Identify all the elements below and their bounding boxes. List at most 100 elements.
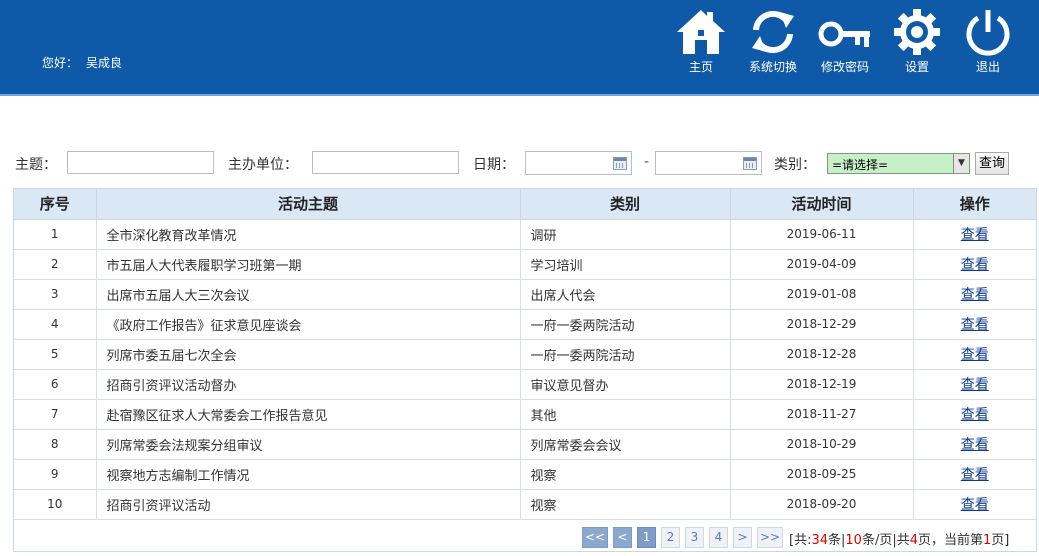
col-header-action: 操作 (913, 189, 1036, 220)
organizer-label: 主办单位： (228, 157, 298, 173)
view-link[interactable]: 查看 (961, 467, 989, 483)
nav-home[interactable]: 主页 (671, 8, 731, 78)
col-header-title: 活动主题 (96, 189, 521, 220)
row-date: 2018-11-27 (730, 399, 914, 430)
col-header-category: 类别 (520, 189, 731, 220)
row-index: 10 (14, 489, 97, 520)
row-title: 视察地方志编制工作情况 (96, 459, 521, 490)
info-mid1: 条| (828, 533, 846, 548)
nav-logout[interactable]: 退出 (958, 8, 1018, 78)
date-label: 日期： (473, 157, 515, 173)
gear-icon (894, 9, 940, 55)
row-category: 审议意见督办 (520, 369, 731, 400)
table-row: 10 招商引资评议活动 视察 2018-09-20 查看 (14, 489, 1036, 520)
row-action-cell: 查看 (913, 399, 1036, 430)
info-suffix: 页] (991, 533, 1010, 548)
header-divider (0, 94, 1039, 96)
date-to-input[interactable] (655, 151, 762, 175)
next-page-button[interactable]: > (733, 527, 752, 548)
view-link[interactable]: 查看 (961, 497, 989, 513)
row-index: 2 (14, 249, 97, 280)
row-index: 6 (14, 369, 97, 400)
refresh-icon (752, 10, 794, 54)
table-row: 3 出席市五届人大三次会议 出席人代会 2019-01-08 查看 (14, 279, 1036, 310)
page-button-2[interactable]: 2 (661, 527, 680, 548)
power-icon (966, 10, 1010, 56)
info-prefix: [共: (789, 533, 812, 548)
first-page-button[interactable]: << (582, 527, 608, 548)
per-page-count: 10 (845, 533, 862, 548)
calendar-icon[interactable] (743, 157, 757, 170)
last-page-button[interactable]: >> (757, 527, 783, 548)
row-category: 一府一委两院活动 (520, 309, 731, 340)
row-date: 2019-01-08 (730, 279, 914, 310)
row-action-cell: 查看 (913, 309, 1036, 340)
table-row: 7 赴宿豫区征求人大常委会工作报告意见 其他 2018-11-27 查看 (14, 399, 1036, 430)
total-records: 34 (811, 533, 828, 548)
category-select[interactable]: =请选择= ▼ (827, 153, 970, 174)
view-link[interactable]: 查看 (961, 257, 989, 273)
row-index: 8 (14, 429, 97, 460)
col-header-index: 序号 (14, 189, 97, 220)
table-header-row: 序号 活动主题 类别 活动时间 操作 (14, 189, 1036, 220)
row-action-cell: 查看 (913, 429, 1036, 460)
row-index: 5 (14, 339, 97, 370)
page-button-3[interactable]: 3 (685, 527, 704, 548)
nav-logout-label: 退出 (975, 60, 1000, 74)
info-mid3: 页，当前第 (917, 533, 983, 548)
row-category: 一府一委两院活动 (520, 339, 731, 370)
query-button[interactable]: 查询 (975, 152, 1009, 175)
subject-input[interactable] (67, 151, 214, 174)
row-index: 4 (14, 309, 97, 340)
view-link[interactable]: 查看 (961, 317, 989, 333)
row-date: 2018-12-29 (730, 309, 914, 340)
row-title: 招商引资评议活动 (96, 489, 521, 520)
view-link[interactable]: 查看 (961, 377, 989, 393)
row-action-cell: 查看 (913, 219, 1036, 250)
view-link[interactable]: 查看 (961, 407, 989, 423)
organizer-input[interactable] (312, 151, 459, 174)
activity-table: 序号 活动主题 类别 活动时间 操作 1 全市深化教育改革情况 调研 2019-… (14, 189, 1036, 520)
date-from-input[interactable] (525, 151, 632, 175)
row-category: 学习培训 (520, 249, 731, 280)
nav-change-password[interactable]: 修改密码 (815, 8, 875, 78)
greeting-label: 您好： (42, 56, 79, 70)
table-row: 4 《政府工作报告》征求意见座谈会 一府一委两院活动 2018-12-29 查看 (14, 309, 1036, 340)
nav-system-switch[interactable]: 系统切换 (743, 8, 803, 78)
view-link[interactable]: 查看 (961, 287, 989, 303)
page-button-1[interactable]: 1 (637, 527, 656, 548)
category-selected-value: =请选择= (832, 158, 889, 172)
greeting: 您好： 吴成良 (42, 54, 130, 71)
row-index: 1 (14, 219, 97, 250)
row-index: 3 (14, 279, 97, 310)
activity-table-container: 序号 活动主题 类别 活动时间 操作 1 全市深化教育改革情况 调研 2019-… (13, 188, 1037, 552)
nav-system-switch-label: 系统切换 (748, 60, 797, 74)
row-category: 视察 (520, 489, 731, 520)
nav-home-label: 主页 (688, 60, 713, 74)
row-title: 出席市五届人大三次会议 (96, 279, 521, 310)
calendar-icon[interactable] (613, 157, 627, 170)
subject-label: 主题： (15, 157, 57, 173)
key-icon (818, 21, 870, 47)
row-action-cell: 查看 (913, 279, 1036, 310)
search-filter-bar: 主题： 主办单位： 日期： - 类别： =请选择= ▼ 查询 (0, 151, 1039, 175)
nav-settings[interactable]: 设置 (887, 8, 947, 78)
view-link[interactable]: 查看 (961, 227, 989, 243)
table-row: 5 列席市委五届七次全会 一府一委两院活动 2018-12-28 查看 (14, 339, 1036, 370)
prev-page-button[interactable]: < (613, 527, 632, 548)
view-link[interactable]: 查看 (961, 437, 989, 453)
nav-change-password-label: 修改密码 (820, 60, 869, 74)
view-link[interactable]: 查看 (961, 347, 989, 363)
chevron-down-icon[interactable]: ▼ (953, 154, 969, 173)
row-index: 7 (14, 399, 97, 430)
table-row: 2 市五届人大代表履职学习班第一期 学习培训 2019-04-09 查看 (14, 249, 1036, 280)
page-button-4[interactable]: 4 (709, 527, 728, 548)
row-category: 其他 (520, 399, 731, 430)
row-category: 调研 (520, 219, 731, 250)
pagination-info: [共:34条|10条/页|共4页，当前第1页] (789, 529, 1009, 548)
row-date: 2018-12-19 (730, 369, 914, 400)
category-label: 类别： (774, 157, 816, 173)
row-date: 2018-10-29 (730, 429, 914, 460)
row-index: 9 (14, 459, 97, 490)
row-category: 列席常委会会议 (520, 429, 731, 460)
